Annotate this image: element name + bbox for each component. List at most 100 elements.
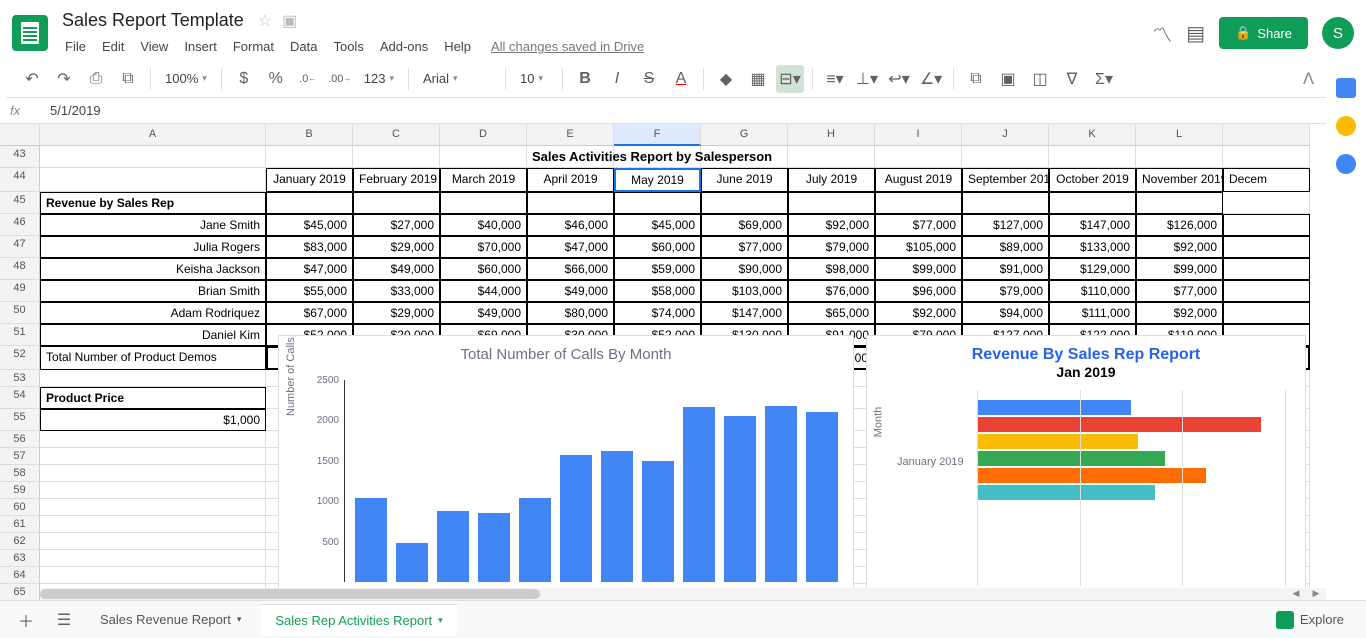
cell[interactable]	[788, 192, 875, 214]
cell[interactable]: Sales Activities Report by Salesperson	[527, 146, 614, 168]
cell[interactable]: Decem	[1223, 168, 1310, 192]
collapse-toolbar-icon[interactable]: ᐱ	[1303, 69, 1314, 89]
cell[interactable]: $147,000	[701, 302, 788, 324]
share-button[interactable]: 🔒 Share	[1219, 17, 1308, 49]
row-header[interactable]: 58	[0, 465, 40, 482]
cell[interactable]: August 2019	[875, 168, 962, 192]
col-header[interactable]: L	[1136, 124, 1223, 146]
cell[interactable]: June 2019	[701, 168, 788, 192]
col-header[interactable]: A	[40, 124, 266, 146]
fillcolor-icon[interactable]: ◆	[712, 65, 740, 93]
valign-icon[interactable]: ⊥▾	[853, 65, 881, 93]
cell[interactable]: Brian Smith	[40, 280, 266, 302]
row-header[interactable]: 62	[0, 533, 40, 550]
cell[interactable]	[353, 146, 440, 168]
cell[interactable]: $92,000	[1136, 302, 1223, 324]
cell[interactable]: $58,000	[614, 280, 701, 302]
cell[interactable]	[266, 146, 353, 168]
row-header[interactable]: 49	[0, 280, 40, 302]
cell[interactable]	[1223, 192, 1310, 214]
col-header[interactable]: D	[440, 124, 527, 146]
cell[interactable]	[875, 192, 962, 214]
chart-revenue-by-rep[interactable]: Revenue By Sales Rep Report Jan 2019 Mon…	[866, 335, 1306, 597]
cell[interactable]	[1223, 236, 1310, 258]
cell[interactable]: $91,000	[962, 258, 1049, 280]
cell[interactable]: Product Price	[40, 387, 266, 409]
cell[interactable]: November 2019	[1136, 168, 1223, 192]
col-header[interactable]: I	[875, 124, 962, 146]
tab-sales-revenue[interactable]: Sales Revenue Report	[86, 604, 255, 635]
row-header[interactable]: 44	[0, 168, 40, 192]
explore-button[interactable]: Explore	[1264, 605, 1356, 635]
cell[interactable]	[1223, 146, 1310, 168]
menu-addons[interactable]: Add-ons	[373, 35, 435, 58]
cell[interactable]: $90,000	[701, 258, 788, 280]
italic-icon[interactable]: I	[603, 65, 631, 93]
row-header[interactable]: 45	[0, 192, 40, 214]
cell[interactable]: February 2019	[353, 168, 440, 192]
cell[interactable]	[353, 192, 440, 214]
cell[interactable]	[1223, 258, 1310, 280]
cell[interactable]: $147,000	[1049, 214, 1136, 236]
cell[interactable]	[1223, 280, 1310, 302]
row-header[interactable]: 43	[0, 146, 40, 168]
halign-icon[interactable]: ≡▾	[821, 65, 849, 93]
row-header[interactable]: 47	[0, 236, 40, 258]
sheet-grid[interactable]: ABCDEFGHIJKL43Sales Activities Report by…	[0, 124, 1326, 600]
row-header[interactable]: 48	[0, 258, 40, 280]
scrollbar-thumb[interactable]	[40, 589, 540, 599]
cell[interactable]: $46,000	[527, 214, 614, 236]
merge-icon[interactable]: ⊟▾	[776, 65, 804, 93]
keep-addon-icon[interactable]	[1336, 116, 1356, 136]
dec-increase-icon[interactable]: .00→	[326, 65, 354, 93]
row-header[interactable]: 60	[0, 499, 40, 516]
row-header[interactable]: 56	[0, 431, 40, 448]
cell[interactable]	[40, 499, 266, 516]
row-header[interactable]: 63	[0, 550, 40, 567]
undo-icon[interactable]: ↶	[18, 65, 46, 93]
row-header[interactable]: 65	[0, 584, 40, 600]
currency-icon[interactable]: $	[230, 65, 258, 93]
fx-label[interactable]: fx	[10, 103, 40, 118]
cell[interactable]	[40, 482, 266, 499]
cell[interactable]: $76,000	[788, 280, 875, 302]
folder-icon[interactable]: ▣	[282, 11, 297, 31]
cell[interactable]	[40, 533, 266, 550]
col-header[interactable]: C	[353, 124, 440, 146]
cell[interactable]	[40, 431, 266, 448]
horizontal-scrollbar[interactable]: ◀▶	[40, 588, 1326, 600]
cell[interactable]: $65,000	[788, 302, 875, 324]
tab-sales-rep-activities[interactable]: Sales Rep Activities Report	[261, 604, 456, 636]
star-icon[interactable]: ☆	[258, 11, 272, 31]
cell[interactable]: $92,000	[788, 214, 875, 236]
cell[interactable]	[40, 567, 266, 584]
cell[interactable]	[1136, 146, 1223, 168]
col-header[interactable]: K	[1049, 124, 1136, 146]
cell[interactable]	[788, 146, 875, 168]
fontsize-combo[interactable]: 10	[514, 67, 554, 90]
cell[interactable]: $60,000	[440, 258, 527, 280]
cell[interactable]	[527, 192, 614, 214]
cell[interactable]	[40, 465, 266, 482]
cell[interactable]: $129,000	[1049, 258, 1136, 280]
bold-icon[interactable]: B	[571, 65, 599, 93]
row-header[interactable]: 61	[0, 516, 40, 533]
cell[interactable]: $49,000	[440, 302, 527, 324]
cell[interactable]	[614, 192, 701, 214]
menu-help[interactable]: Help	[437, 35, 478, 58]
menu-view[interactable]: View	[133, 35, 175, 58]
saved-status[interactable]: All changes saved in Drive	[484, 35, 651, 58]
cell[interactable]: $49,000	[527, 280, 614, 302]
filter-icon[interactable]: ∇	[1058, 65, 1086, 93]
cell[interactable]: $33,000	[353, 280, 440, 302]
cell[interactable]: $77,000	[1136, 280, 1223, 302]
borders-icon[interactable]: ▦	[744, 65, 772, 93]
cell[interactable]: $111,000	[1049, 302, 1136, 324]
dec-decrease-icon[interactable]: .0←	[294, 65, 322, 93]
cell[interactable]	[962, 192, 1049, 214]
cell[interactable]: $55,000	[266, 280, 353, 302]
menu-tools[interactable]: Tools	[326, 35, 370, 58]
menu-data[interactable]: Data	[283, 35, 324, 58]
cell[interactable]: $59,000	[614, 258, 701, 280]
functions-icon[interactable]: Σ▾	[1090, 65, 1118, 93]
